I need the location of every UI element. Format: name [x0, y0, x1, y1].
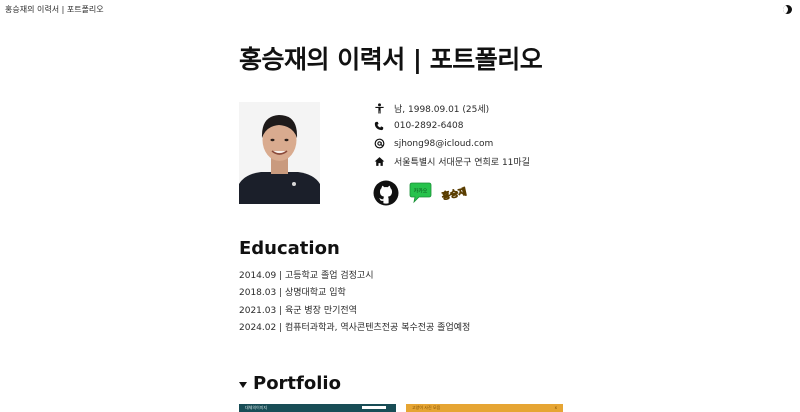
education-list: 2014.09 | 고등학교 졸업 검정고시 2018.03 | 상명대학교 입… — [239, 270, 470, 340]
info-row-gender-birth: 남, 1998.09.01 (25세) — [373, 100, 633, 118]
chat-bubble-label: 카카오 — [414, 188, 428, 195]
page-title: 홍승재의 이력서 | 포트폴리오 — [239, 45, 543, 74]
thumbnail-label: 고양이 사진 모음 — [412, 405, 441, 410]
info-text: 서울특별시 서대문구 연희로 11마길 — [394, 157, 530, 168]
info-row-email: sjhong98@icloud.com — [373, 135, 633, 153]
portfolio-thumbnail-1[interactable]: 대체의이미지 — [239, 404, 396, 412]
portfolio-heading[interactable]: Portfolio — [239, 373, 341, 394]
profile-photo-svg — [239, 102, 320, 204]
caret-down-icon[interactable] — [239, 381, 247, 388]
github-icon[interactable] — [373, 180, 399, 206]
site-title[interactable]: 홍승재의 이력서 | 포트폴리오 — [5, 4, 104, 15]
thumbnail-close-label: x — [554, 405, 557, 410]
thumbnail-search-bar — [362, 406, 386, 409]
thumbnail-label: 대체의이미지 — [245, 405, 268, 410]
person-icon — [373, 103, 385, 115]
education-item: 2024.02 | 컴퓨터과학과, 역사콘텐츠전공 복수전공 졸업예정 — [239, 323, 471, 334]
education-item: 2018.03 | 상명대학교 입학 — [239, 288, 346, 299]
at-icon — [373, 138, 385, 150]
name-stamp-label: 홍승재 — [441, 186, 467, 203]
name-stamp-icon[interactable]: 홍승재 — [441, 182, 467, 204]
info-text: 남, 1998.09.01 (25세) — [394, 105, 490, 116]
info-text[interactable]: 010-2892-6408 — [394, 121, 463, 131]
education-heading: Education — [239, 238, 340, 259]
phone-icon — [373, 120, 385, 132]
education-item: 2014.09 | 고등학교 졸업 검정고시 — [239, 271, 374, 281]
education-item: 2021.03 | 육군 병장 만기전역 — [239, 305, 357, 316]
home-icon — [373, 155, 385, 167]
theme-toggle-icon[interactable] — [783, 4, 792, 14]
info-row-phone: 010-2892-6408 — [373, 118, 633, 136]
info-row-address: 서울특별시 서대문구 연희로 11마길 — [373, 153, 633, 171]
profile-info: 남, 1998.09.01 (25세) 010-2892-6408 sjhong… — [373, 100, 633, 170]
chat-bubble-icon[interactable]: 카카오 — [407, 181, 433, 205]
portfolio-heading-label: Portfolio — [253, 373, 341, 394]
profile-photo — [239, 102, 320, 204]
portfolio-thumbnail-2[interactable]: 고양이 사진 모음 x — [406, 404, 563, 412]
top-bar: 홍승재의 이력서 | 포트폴리오 — [0, 0, 800, 18]
info-text[interactable]: sjhong98@icloud.com — [394, 139, 493, 149]
social-links: 카카오 홍승재 — [373, 180, 475, 206]
